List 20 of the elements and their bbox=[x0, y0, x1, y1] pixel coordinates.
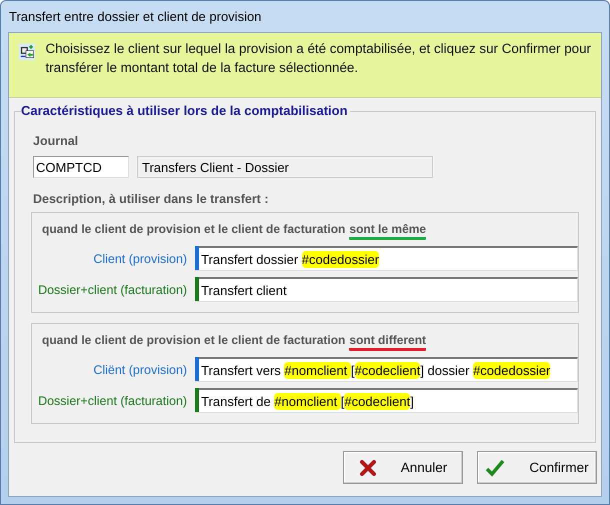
info-text: Choisissez le client sur lequel la provision a été comptabilisée, et cliquez sur Confirmer pour transférer le montant total de la facture sélectionnée. bbox=[45, 40, 591, 77]
field-label: Cliënt (provision) bbox=[92, 362, 188, 376]
field-label: Dossier+client (facturation) bbox=[37, 282, 188, 296]
description-label: Description, à utiliser dans le transfert : bbox=[33, 192, 270, 206]
input-field[interactable]: Transfert client bbox=[195, 277, 578, 302]
field-label: Dossier+client (facturation) bbox=[37, 394, 188, 408]
confirm-button[interactable]: Confirmer bbox=[477, 451, 597, 484]
underlined-text: sont different bbox=[349, 333, 426, 351]
field-label: Client (provision) bbox=[92, 252, 188, 266]
field-label: Journal bbox=[33, 134, 80, 148]
underlined-text: sont le même bbox=[349, 222, 426, 240]
window-title: Transfert entre dossier et client de provision bbox=[8, 8, 262, 26]
checkmark-icon bbox=[485, 458, 506, 476]
section-heading: quand le client de provision et le client de facturation bbox=[42, 333, 346, 349]
cross-icon bbox=[358, 458, 377, 476]
section-heading: quand le client de provision et le client de facturation bbox=[42, 222, 346, 238]
journal-name-field: Transfers Client - Dossier bbox=[137, 156, 433, 178]
journal-code-field[interactable]: COMPTCD bbox=[33, 156, 129, 178]
cancel-button[interactable]: Annuler bbox=[343, 451, 463, 484]
group-title: Caractéristiques à utiliser lors de la comptabilisation bbox=[21, 103, 350, 118]
